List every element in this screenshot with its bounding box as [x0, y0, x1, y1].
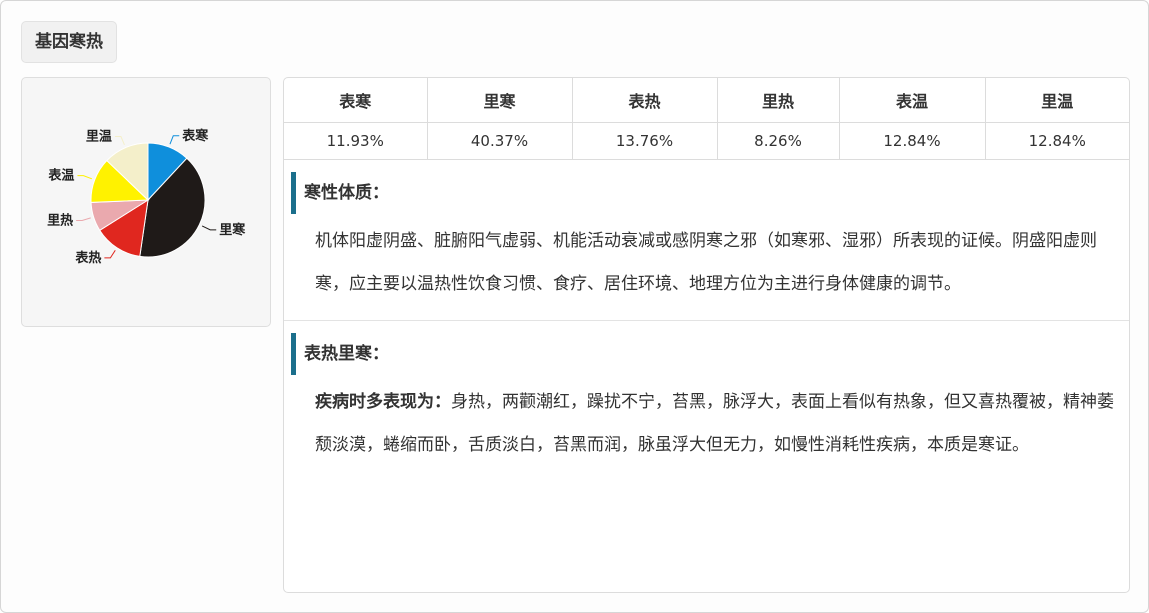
table-header: 表寒 — [284, 78, 428, 123]
pie-chart-card: 表寒里寒表热 里热 表温 里温 — [21, 77, 271, 327]
percentage-table: 表寒 里寒 表热 里热 表温 里温 11.93% 40.37% 13.76% 8… — [284, 78, 1129, 160]
section-cold-constitution: 寒性体质： 机体阳虚阴盛、脏腑阳气虚弱、机能活动衰减或感阴寒之邪（如寒邪、湿邪）… — [284, 172, 1129, 306]
table-header: 里热 — [717, 78, 840, 123]
pie-slice-label: 里温 — [86, 130, 112, 145]
table-header: 表温 — [839, 78, 986, 123]
section-text: 疾病时多表现为：身热，两颧潮红，躁扰不宁，苔黑，脉浮大，表面上看似有热象，但又喜… — [315, 381, 1117, 467]
table-cell: 12.84% — [985, 122, 1129, 160]
section-heading: 寒性体质： — [291, 172, 1129, 214]
section-title: 寒性体质： — [304, 183, 389, 203]
pie-leader-line — [76, 217, 91, 222]
pie-slice-label: 里热 — [47, 213, 73, 229]
section-paragraph: 机体阳虚阴盛、脏腑阳气虚弱、机能活动衰减或感阴寒之邪（如寒邪、湿邪）所表现的证候… — [315, 231, 1097, 294]
section-accent-bar — [291, 333, 296, 375]
section-text: 机体阳虚阴盛、脏腑阳气虚弱、机能活动衰减或感阴寒之邪（如寒邪、湿邪）所表现的证候… — [315, 220, 1117, 306]
section-title: 表热里寒： — [304, 344, 389, 364]
pie-slice-label: 里寒 — [219, 222, 246, 238]
pie-chart: 表寒里寒表热 里热 表温 里温 — [47, 128, 246, 266]
table-header: 里寒 — [427, 78, 573, 123]
pie-leader-line — [104, 250, 116, 259]
pie-slice-label: 表寒 — [181, 128, 209, 144]
table-cell: 12.84% — [839, 122, 986, 160]
table-cell: 11.93% — [284, 122, 428, 160]
page-title: 基因寒热 — [21, 21, 117, 63]
pie-leader-line — [169, 135, 180, 145]
table-cell: 8.26% — [717, 122, 840, 160]
pie-leader-line — [77, 175, 93, 180]
pie-leader-line — [114, 136, 125, 146]
pie-slice-label: 表温 — [47, 168, 74, 184]
table-header-row: 表寒 里寒 表热 里热 表温 里温 — [284, 78, 1129, 123]
table-cell: 13.76% — [572, 122, 718, 160]
table-cell: 40.37% — [427, 122, 573, 160]
table-header: 表热 — [572, 78, 718, 123]
detail-card: 表寒 里寒 表热 里热 表温 里温 11.93% 40.37% 13.76% 8… — [283, 77, 1130, 593]
section-lead: 疾病时多表现为： — [315, 392, 451, 412]
report-panel: 基因寒热 表寒 里寒 表热 里热 表温 里温 表寒 里寒 表热 里热 表温 里温 11.9… — [0, 0, 1149, 613]
section-heading: 表热里寒： — [291, 333, 1129, 375]
pie-leader-line — [201, 225, 217, 231]
section-accent-bar — [291, 172, 296, 214]
pie-slice-label: 表热 — [74, 250, 101, 266]
table-header: 里温 — [985, 78, 1129, 123]
section-exterior-heat-interior-cold: 表热里寒： 疾病时多表现为：身热，两颧潮红，躁扰不宁，苔黑，脉浮大，表面上看似有… — [284, 333, 1129, 467]
table-row: 11.93% 40.37% 13.76% 8.26% 12.84% 12.84% — [284, 122, 1129, 160]
section-divider — [284, 320, 1129, 321]
